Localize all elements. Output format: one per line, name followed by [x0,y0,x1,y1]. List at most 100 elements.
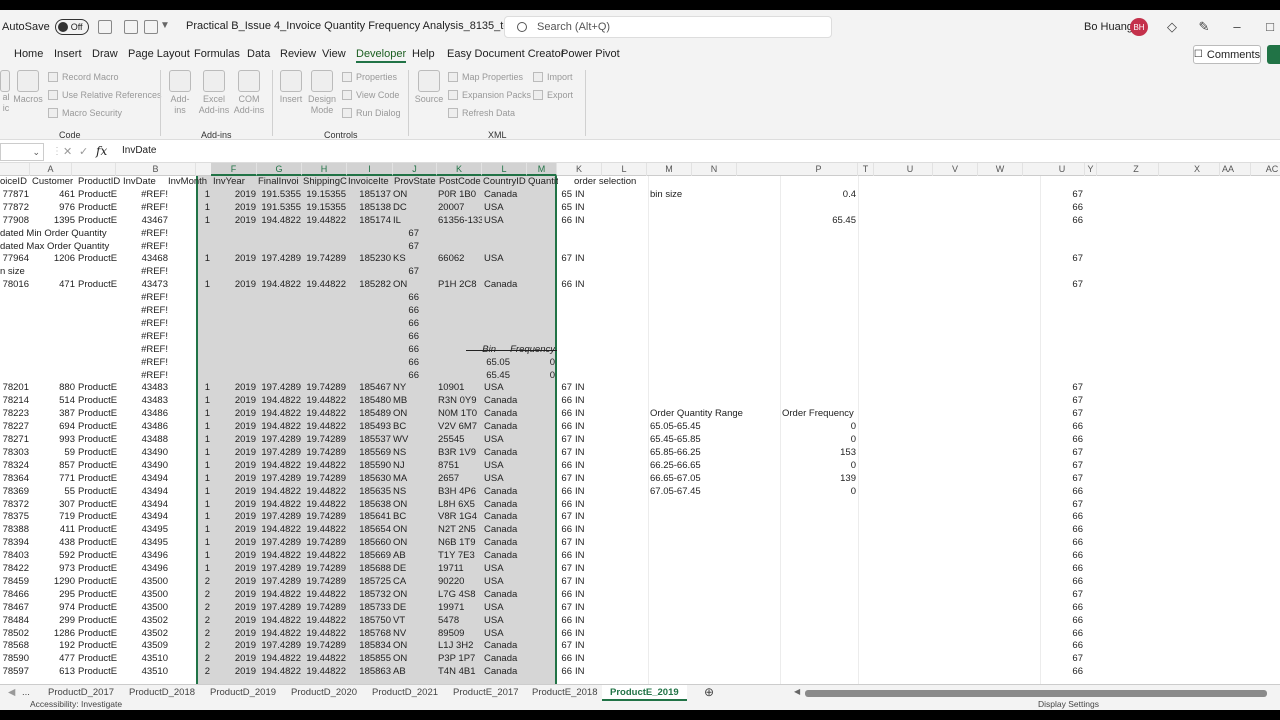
cell[interactable]: 78459 [0,576,29,589]
cell[interactable]: 185638 [347,499,391,512]
cell[interactable]: 19.44822 [302,628,346,641]
bin-frequency[interactable]: 0 [510,357,555,370]
cell[interactable]: 67 [1040,653,1083,666]
cell[interactable]: IN [575,537,595,550]
column-header[interactable]: V [933,163,978,176]
column-header[interactable] [0,163,30,176]
cell[interactable]: 43483 [118,382,168,395]
cell[interactable]: 185230 [347,253,391,266]
tab-page-layout[interactable]: Page Layout [128,48,190,60]
sheet-tab-productd-2019[interactable]: ProductD_2019 [210,687,276,698]
cell[interactable]: ON [393,279,419,292]
cell[interactable]: 1 [196,382,210,395]
cell[interactable]: N2T 2N5 [438,524,482,537]
cell[interactable]: 43500 [118,602,168,615]
cell[interactable]: 77872 [0,202,29,215]
column-header[interactable]: L [602,163,647,176]
cell[interactable]: 2019 [212,279,256,292]
cell[interactable]: ProductE [78,666,118,679]
minimize-icon[interactable]: – [1229,19,1245,35]
cell[interactable]: 185688 [347,563,391,576]
column-header[interactable]: M [647,163,692,176]
cell[interactable]: 19711 [438,563,482,576]
cell[interactable]: 185641 [347,511,391,524]
cell[interactable]: ProductE [78,537,118,550]
cell[interactable]: 66 [1040,666,1083,679]
cell[interactable]: 1 [196,279,210,292]
cell[interactable]: 411 [30,524,75,537]
tab-developer[interactable]: Developer [356,48,407,63]
cell[interactable]: USA [484,576,528,589]
cell[interactable]: L7G 4S8 [438,589,482,602]
cell[interactable]: 2019 [212,202,256,215]
cell[interactable]: 185467 [347,382,391,395]
sheet-tab-productd-2018[interactable]: ProductD_2018 [129,687,195,698]
cell[interactable]: 2019 [212,382,256,395]
cell[interactable]: R3N 0Y9 [438,395,482,408]
cell[interactable]: 185834 [347,640,391,653]
cell[interactable]: 78372 [0,499,29,512]
cell[interactable]: VT [393,615,419,628]
document-title[interactable]: Practical B_Issue 4_Invoice Quantity Fre… [186,20,543,32]
cell[interactable]: 1 [196,202,210,215]
cell[interactable]: 197.4289 [257,602,301,615]
cell[interactable]: 438 [30,537,75,550]
sheet-tab-producte-2017[interactable]: ProductE_2017 [453,687,519,698]
cell[interactable]: 67 [556,602,572,615]
cell[interactable]: IN [575,666,595,679]
cell[interactable]: 185138 [347,202,391,215]
prev-sheet-icon[interactable]: ◀ [8,687,15,698]
cell[interactable]: 66 [1040,576,1083,589]
cell[interactable]: 1286 [30,628,75,641]
cell[interactable]: 19.74289 [302,253,346,266]
cell[interactable]: 67 [1040,499,1083,512]
cell[interactable]: 78388 [0,524,29,537]
cell[interactable]: 185660 [347,537,391,550]
cell[interactable]: 19.44822 [302,653,346,666]
cell[interactable]: 66 [1040,563,1083,576]
sheet-tab-producte-2019[interactable]: ProductE_2019 [602,685,687,701]
cell[interactable]: 67 [1040,253,1083,266]
macro-security-button[interactable]: Macro Security [48,108,122,118]
cell[interactable]: IN [575,279,595,292]
cell[interactable]: USA [484,602,528,615]
bin-size-value[interactable]: 0.4 [780,189,856,202]
enter-icon[interactable]: ✓ [79,145,88,158]
cell[interactable]: 19.74289 [302,576,346,589]
cell[interactable]: 66 [556,615,572,628]
cell[interactable]: 19971 [438,602,482,615]
cell[interactable]: 19.74289 [302,382,346,395]
column-header[interactable]: AC [1250,163,1280,176]
cell[interactable]: 66062 [438,253,482,266]
cell[interactable]: ON [393,524,419,537]
column-title[interactable]: InvYear [213,176,257,189]
column-header[interactable]: G [257,163,302,176]
cell[interactable]: Canada [484,653,528,666]
cell[interactable]: DE [393,602,419,615]
tab-power-pivot[interactable]: Power Pivot [561,48,620,60]
cell[interactable]: 1 [196,524,210,537]
cell[interactable]: 194.4822 [257,666,301,679]
cell[interactable]: T1Y 7E3 [438,550,482,563]
cell[interactable]: 67 [556,563,572,576]
cell[interactable]: AB [393,666,419,679]
import-button[interactable]: Import [533,72,573,82]
cell[interactable]: 185863 [347,666,391,679]
cell[interactable]: 5478 [438,615,482,628]
cell[interactable]: 19.44822 [302,550,346,563]
column-header[interactable]: U [1040,163,1085,176]
cell[interactable]: 67 [1040,382,1083,395]
cell[interactable]: ON [393,589,419,602]
cell[interactable]: 185733 [347,602,391,615]
cell[interactable]: 66 [393,305,419,318]
search-box[interactable]: Search (Alt+Q) [504,16,832,38]
cell[interactable]: ProductE [78,511,118,524]
cell[interactable]: 2019 [212,499,256,512]
excel-addins-button[interactable]: Excel Add-ins [197,70,231,116]
cell[interactable]: 78016 [0,279,29,292]
cell[interactable]: 2019 [212,653,256,666]
cell[interactable]: 66 [556,628,572,641]
cell[interactable]: 78422 [0,563,29,576]
cell[interactable]: 43495 [118,537,168,550]
cell[interactable]: ProductE [78,279,118,292]
